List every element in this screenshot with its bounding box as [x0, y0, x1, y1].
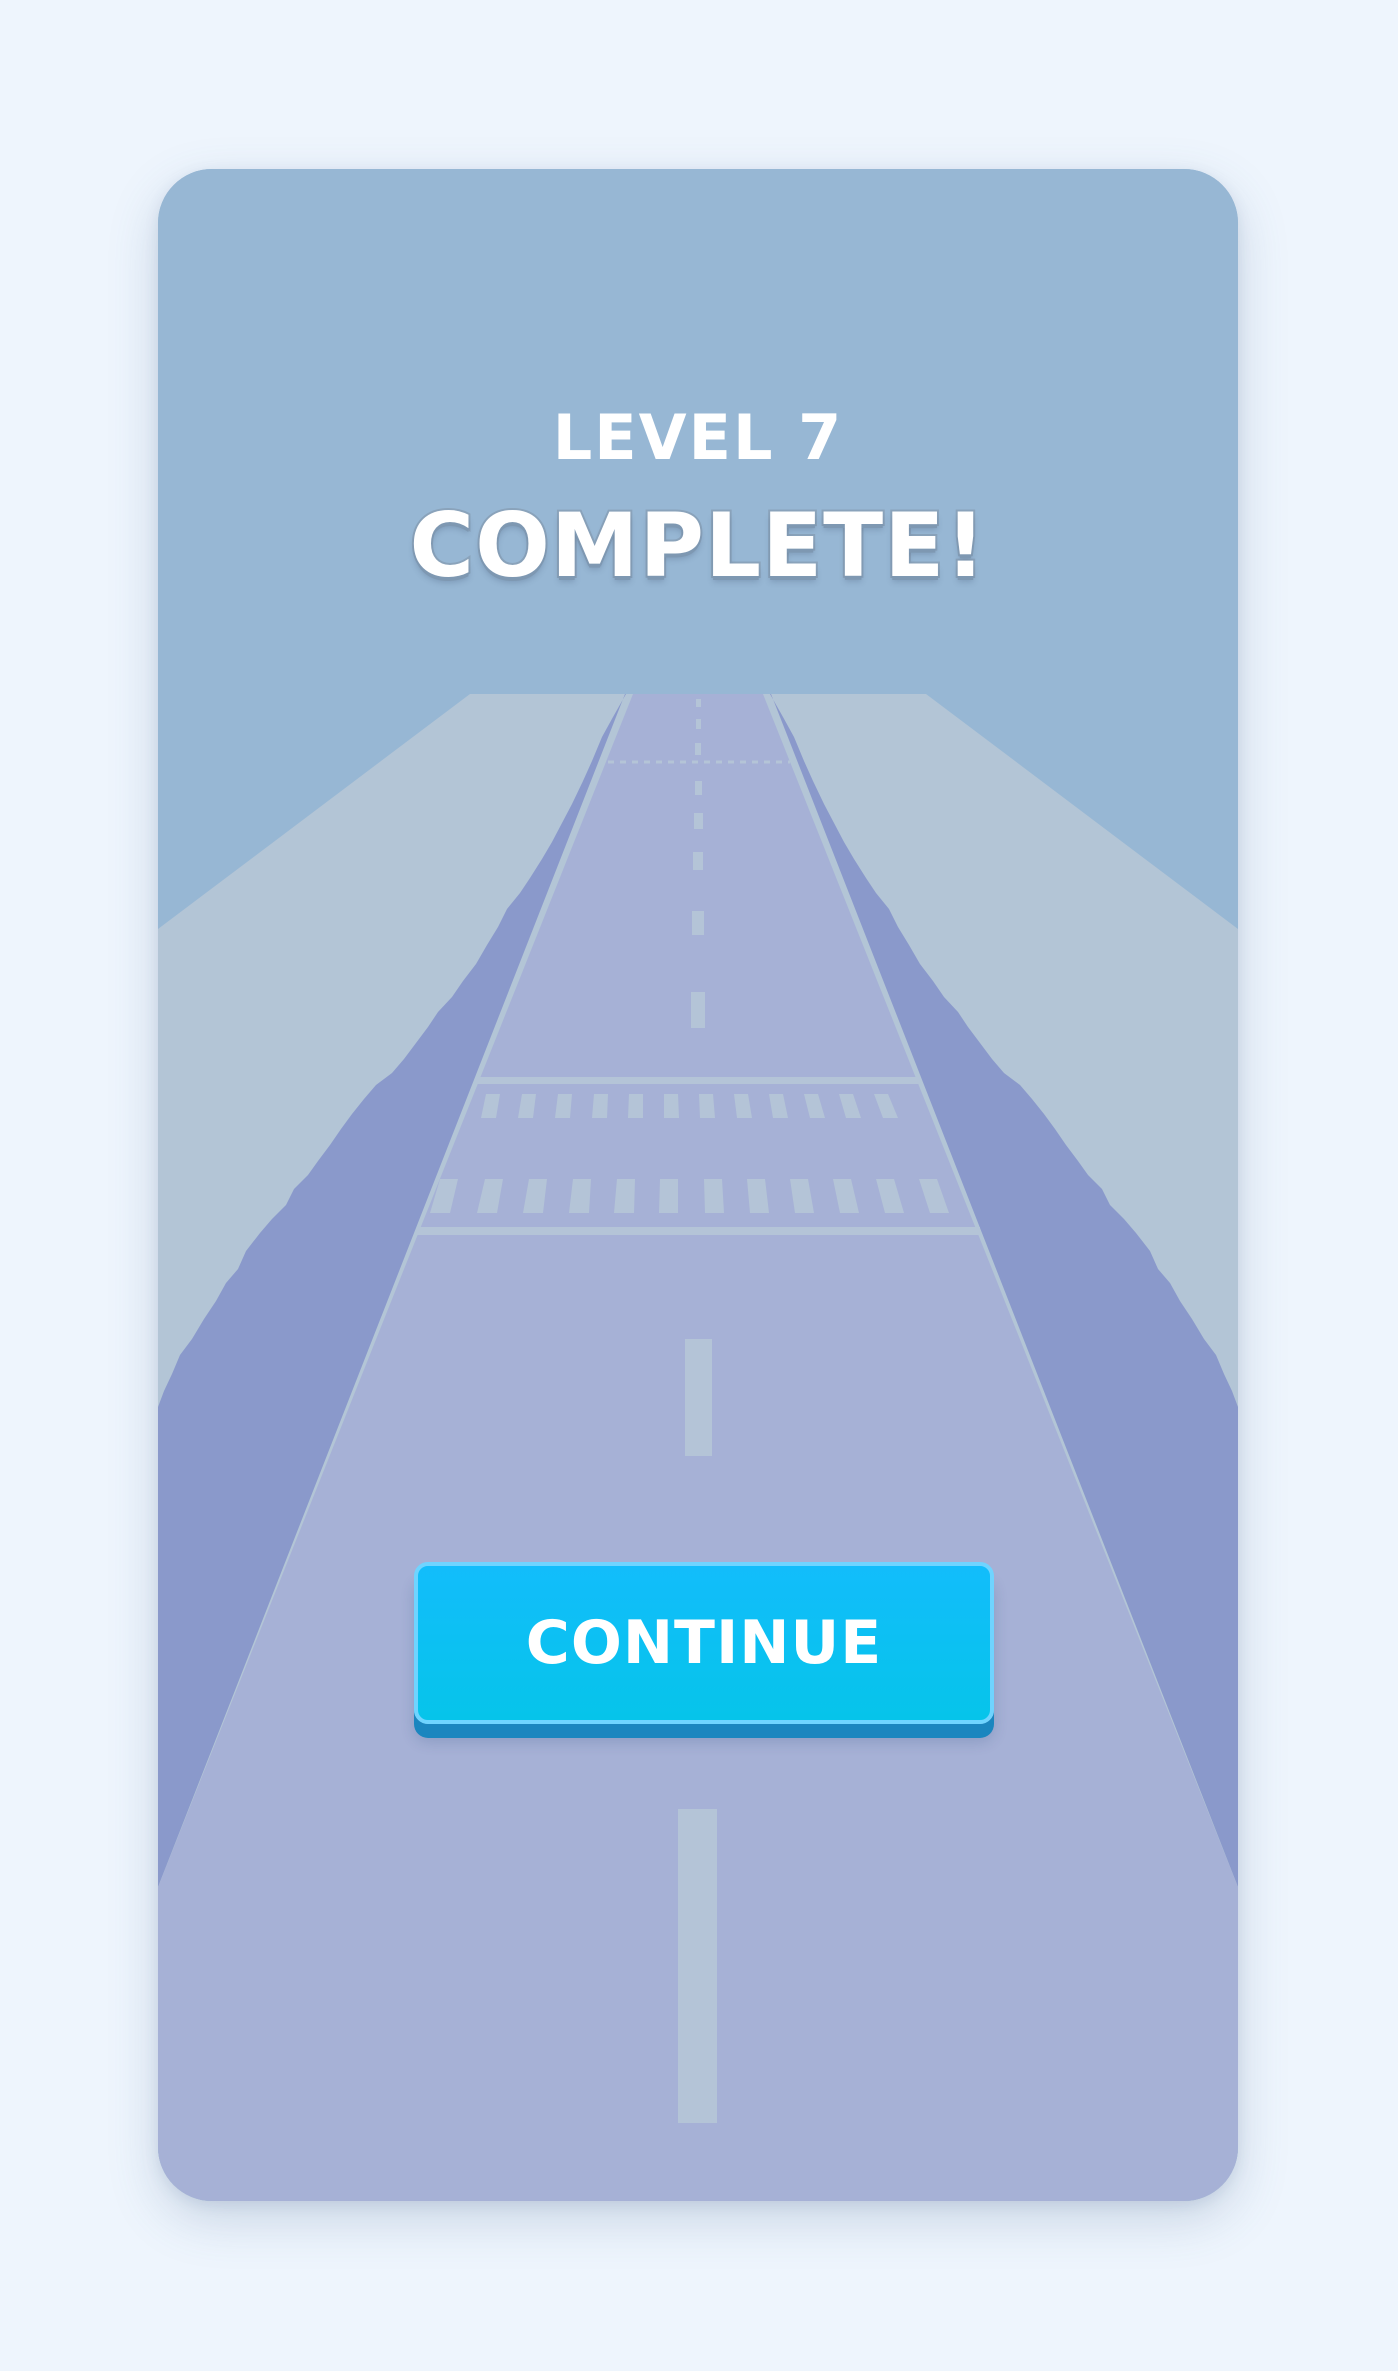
- crosswalk-line-top: [476, 1077, 920, 1084]
- level-complete-title: COMPLETE!: [408, 494, 988, 597]
- crosswalk-line-bottom: [417, 1227, 980, 1235]
- level-number: LEVEL 7: [552, 401, 844, 474]
- continue-button[interactable]: CONTINUE: [414, 1562, 994, 1724]
- continue-button-label: CONTINUE: [525, 1608, 883, 1678]
- game-card: LEVEL 7 COMPLETE! CONTINUE: [158, 169, 1238, 2201]
